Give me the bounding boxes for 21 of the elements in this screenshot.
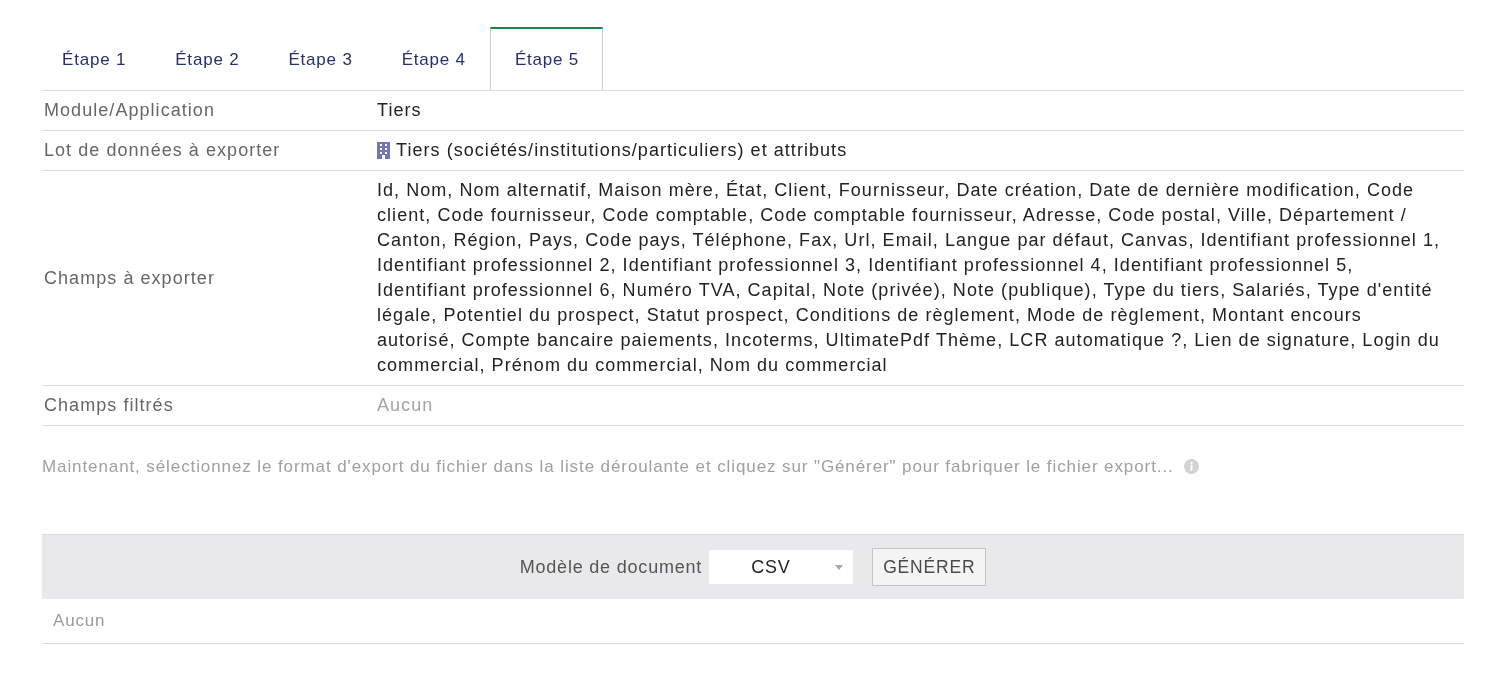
step-tab[interactable]: Étape 4 (376, 27, 490, 90)
hint-text: Maintenant, sélectionnez le format d'export du fichier dans la liste déroulante et cliquez sur "Générer" pour fabriquer le fichier export... (42, 456, 1174, 478)
field-label: Champs filtrés (44, 395, 174, 415)
format-select[interactable]: CSV (709, 550, 854, 584)
generate-button[interactable]: GÉNÉRER (872, 548, 987, 586)
step-tab[interactable]: Étape 3 (263, 27, 377, 90)
no-files-text: Aucun (53, 611, 106, 631)
field-label: Lot de données à exporter (44, 140, 281, 160)
document-model-label: Modèle de document (519, 556, 703, 578)
field-value: Id, Nom, Nom alternatif, Maison mère, État, Client, Fournisseur, Date création, Date de dernière modification, Code client, Code fournisseur, Code comptable, Code comptable fournisseur, Adresse, Code postal, Ville, Département / Canton, Région, Pays, Code pays, Téléphone, Fax, Url, Email, Langue par défaut, Canvas, Identifiant professionnel 1, Identifiant professionnel 2, Identifiant professionnel 3, Identifiant professionnel 4, Identifiant professionnel 5, Identifiant professionnel 6, Numéro TVA, Capital, Note (privée), Note (publique), Type du tiers, Salariés, Type d'entité légale, Potentiel du prospect, Statut prospect, Conditions de règlement, Mode de règlement, Montant encours autorisé, Compte bancaire paiements, Incoterms, UltimatePdf Thème, LCR automatique ?, Lien de signature, Login du commercial, Prénom du commercial, Nom du commercial (377, 179, 1442, 377)
caret-icon (835, 564, 844, 570)
field-value: Tiers (sociétés/institutions/particuliers) et attributs (396, 139, 848, 162)
field-value: Tiers (377, 99, 422, 122)
field-value: Aucun (377, 394, 434, 417)
field-label: Champs à exporter (44, 267, 215, 288)
step-tab[interactable]: Étape 2 (150, 27, 264, 90)
step-tab[interactable]: Étape 5 (489, 27, 604, 90)
field-label: Module/Application (44, 100, 215, 120)
step-tab[interactable]: Étape 1 (37, 27, 151, 90)
info-icon[interactable] (1183, 459, 1199, 474)
building-icon (377, 142, 390, 159)
